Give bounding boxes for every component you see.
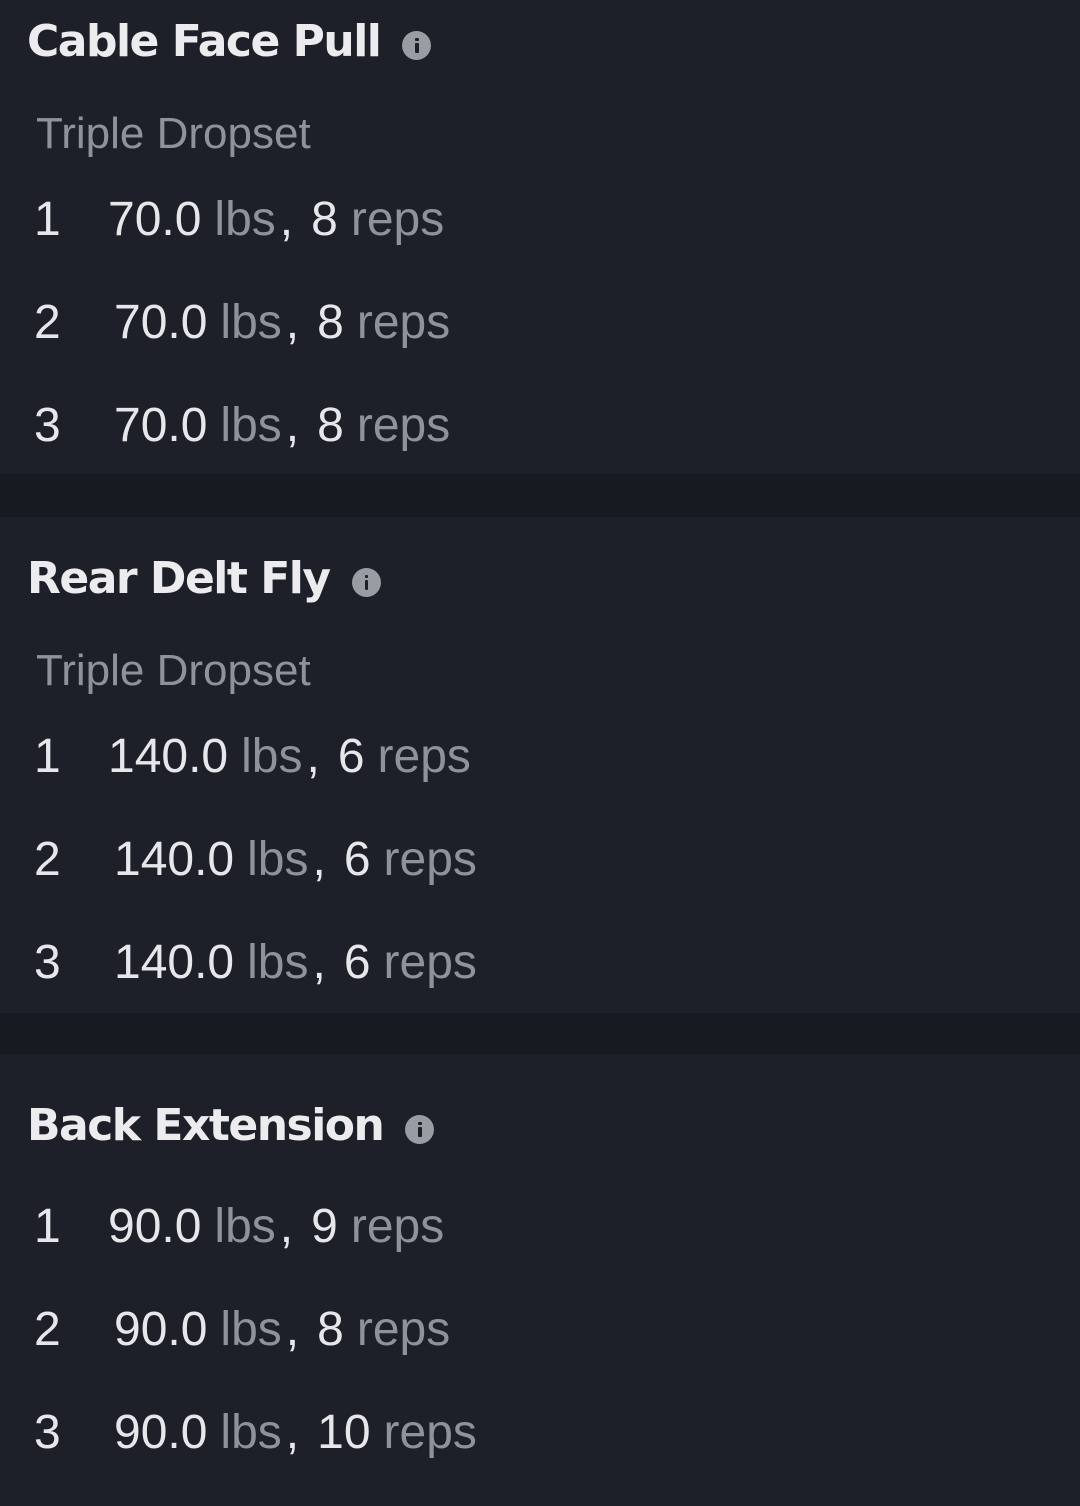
weight-unit: lbs xyxy=(220,296,282,349)
separator: , xyxy=(312,936,326,989)
reps-label: reps xyxy=(350,1200,445,1253)
info-icon[interactable] xyxy=(351,567,381,597)
reps-label: reps xyxy=(383,1406,477,1459)
separator: , xyxy=(279,193,294,246)
set-number: 2 xyxy=(34,296,61,349)
reps-label: reps xyxy=(356,1303,451,1356)
set-weight: 140.0 xyxy=(114,833,235,886)
set-weight: 90.0 xyxy=(114,1406,208,1459)
reps-label: reps xyxy=(383,936,477,989)
weight-unit: lbs xyxy=(220,1303,282,1356)
separator: , xyxy=(285,399,300,452)
set-weight: 90.0 xyxy=(114,1303,208,1356)
set-row: 2 140.0 lbs , 6 reps xyxy=(34,830,477,890)
reps-label: reps xyxy=(377,730,471,783)
set-reps: 8 xyxy=(317,296,344,349)
exercise-title[interactable]: Back Extension xyxy=(27,1098,385,1154)
set-reps: 9 xyxy=(311,1200,338,1253)
exercise-header: Back Extension xyxy=(27,1098,435,1154)
weight-unit: lbs xyxy=(247,833,309,886)
exercise-card-back-extension: Back Extension 1 90.0 lbs , 9 reps 2 90.… xyxy=(0,1054,1080,1506)
exercise-card-rear-delt-fly: Rear Delt Fly Triple Dropset 1 140.0 lbs… xyxy=(0,517,1080,1013)
exercise-title[interactable]: Cable Face Pull xyxy=(27,14,382,70)
reps-label: reps xyxy=(356,399,451,452)
set-reps: 8 xyxy=(311,193,338,246)
set-row: 2 90.0 lbs , 8 reps xyxy=(34,1300,450,1360)
separator: , xyxy=(306,730,320,783)
set-weight: 70.0 xyxy=(114,399,208,452)
reps-label: reps xyxy=(350,193,445,246)
set-weight: 140.0 xyxy=(108,730,229,783)
weight-unit: lbs xyxy=(214,1200,276,1253)
separator: , xyxy=(279,1200,294,1253)
set-weight: 90.0 xyxy=(108,1200,202,1253)
exercise-title[interactable]: Rear Delt Fly xyxy=(27,551,331,607)
set-number: 3 xyxy=(34,936,61,989)
weight-unit: lbs xyxy=(214,193,276,246)
exercise-header: Cable Face Pull xyxy=(27,14,432,70)
set-row: 3 140.0 lbs , 6 reps xyxy=(34,933,477,993)
reps-label: reps xyxy=(383,833,477,886)
reps-label: reps xyxy=(356,296,451,349)
weight-unit: lbs xyxy=(241,730,303,783)
set-row: 3 70.0 lbs , 8 reps xyxy=(34,396,450,456)
set-reps: 10 xyxy=(317,1406,371,1459)
set-number: 1 xyxy=(34,730,61,783)
set-weight: 70.0 xyxy=(114,296,208,349)
set-row: 2 70.0 lbs , 8 reps xyxy=(34,293,450,353)
set-reps: 6 xyxy=(337,730,365,783)
weight-unit: lbs xyxy=(247,936,309,989)
set-row: 3 90.0 lbs , 10 reps xyxy=(34,1403,477,1463)
set-number: 3 xyxy=(34,1406,61,1459)
separator: , xyxy=(285,1303,300,1356)
exercise-card-cable-face-pull: Cable Face Pull Triple Dropset 1 70.0 lb… xyxy=(0,0,1080,474)
separator: , xyxy=(285,296,300,349)
exercise-header: Rear Delt Fly xyxy=(27,551,381,607)
set-number: 1 xyxy=(34,193,61,246)
separator: , xyxy=(312,833,326,886)
set-reps: 6 xyxy=(343,833,371,886)
set-number: 3 xyxy=(34,399,61,452)
set-weight: 70.0 xyxy=(108,193,202,246)
set-row: 1 140.0 lbs , 6 reps xyxy=(34,727,471,787)
set-number: 2 xyxy=(34,833,61,886)
set-type-label: Triple Dropset xyxy=(36,646,311,695)
set-reps: 6 xyxy=(343,936,371,989)
set-number: 1 xyxy=(34,1200,61,1253)
weight-unit: lbs xyxy=(220,1406,282,1459)
info-icon[interactable] xyxy=(402,30,432,60)
set-row: 1 90.0 lbs , 9 reps xyxy=(34,1197,444,1257)
set-reps: 8 xyxy=(317,399,344,452)
set-reps: 8 xyxy=(317,1303,344,1356)
set-type-label: Triple Dropset xyxy=(36,109,311,158)
weight-unit: lbs xyxy=(220,399,282,452)
info-icon[interactable] xyxy=(405,1114,435,1144)
set-row: 1 70.0 lbs , 8 reps xyxy=(34,190,444,250)
set-number: 2 xyxy=(34,1303,61,1356)
set-weight: 140.0 xyxy=(114,936,235,989)
separator: , xyxy=(285,1406,300,1459)
